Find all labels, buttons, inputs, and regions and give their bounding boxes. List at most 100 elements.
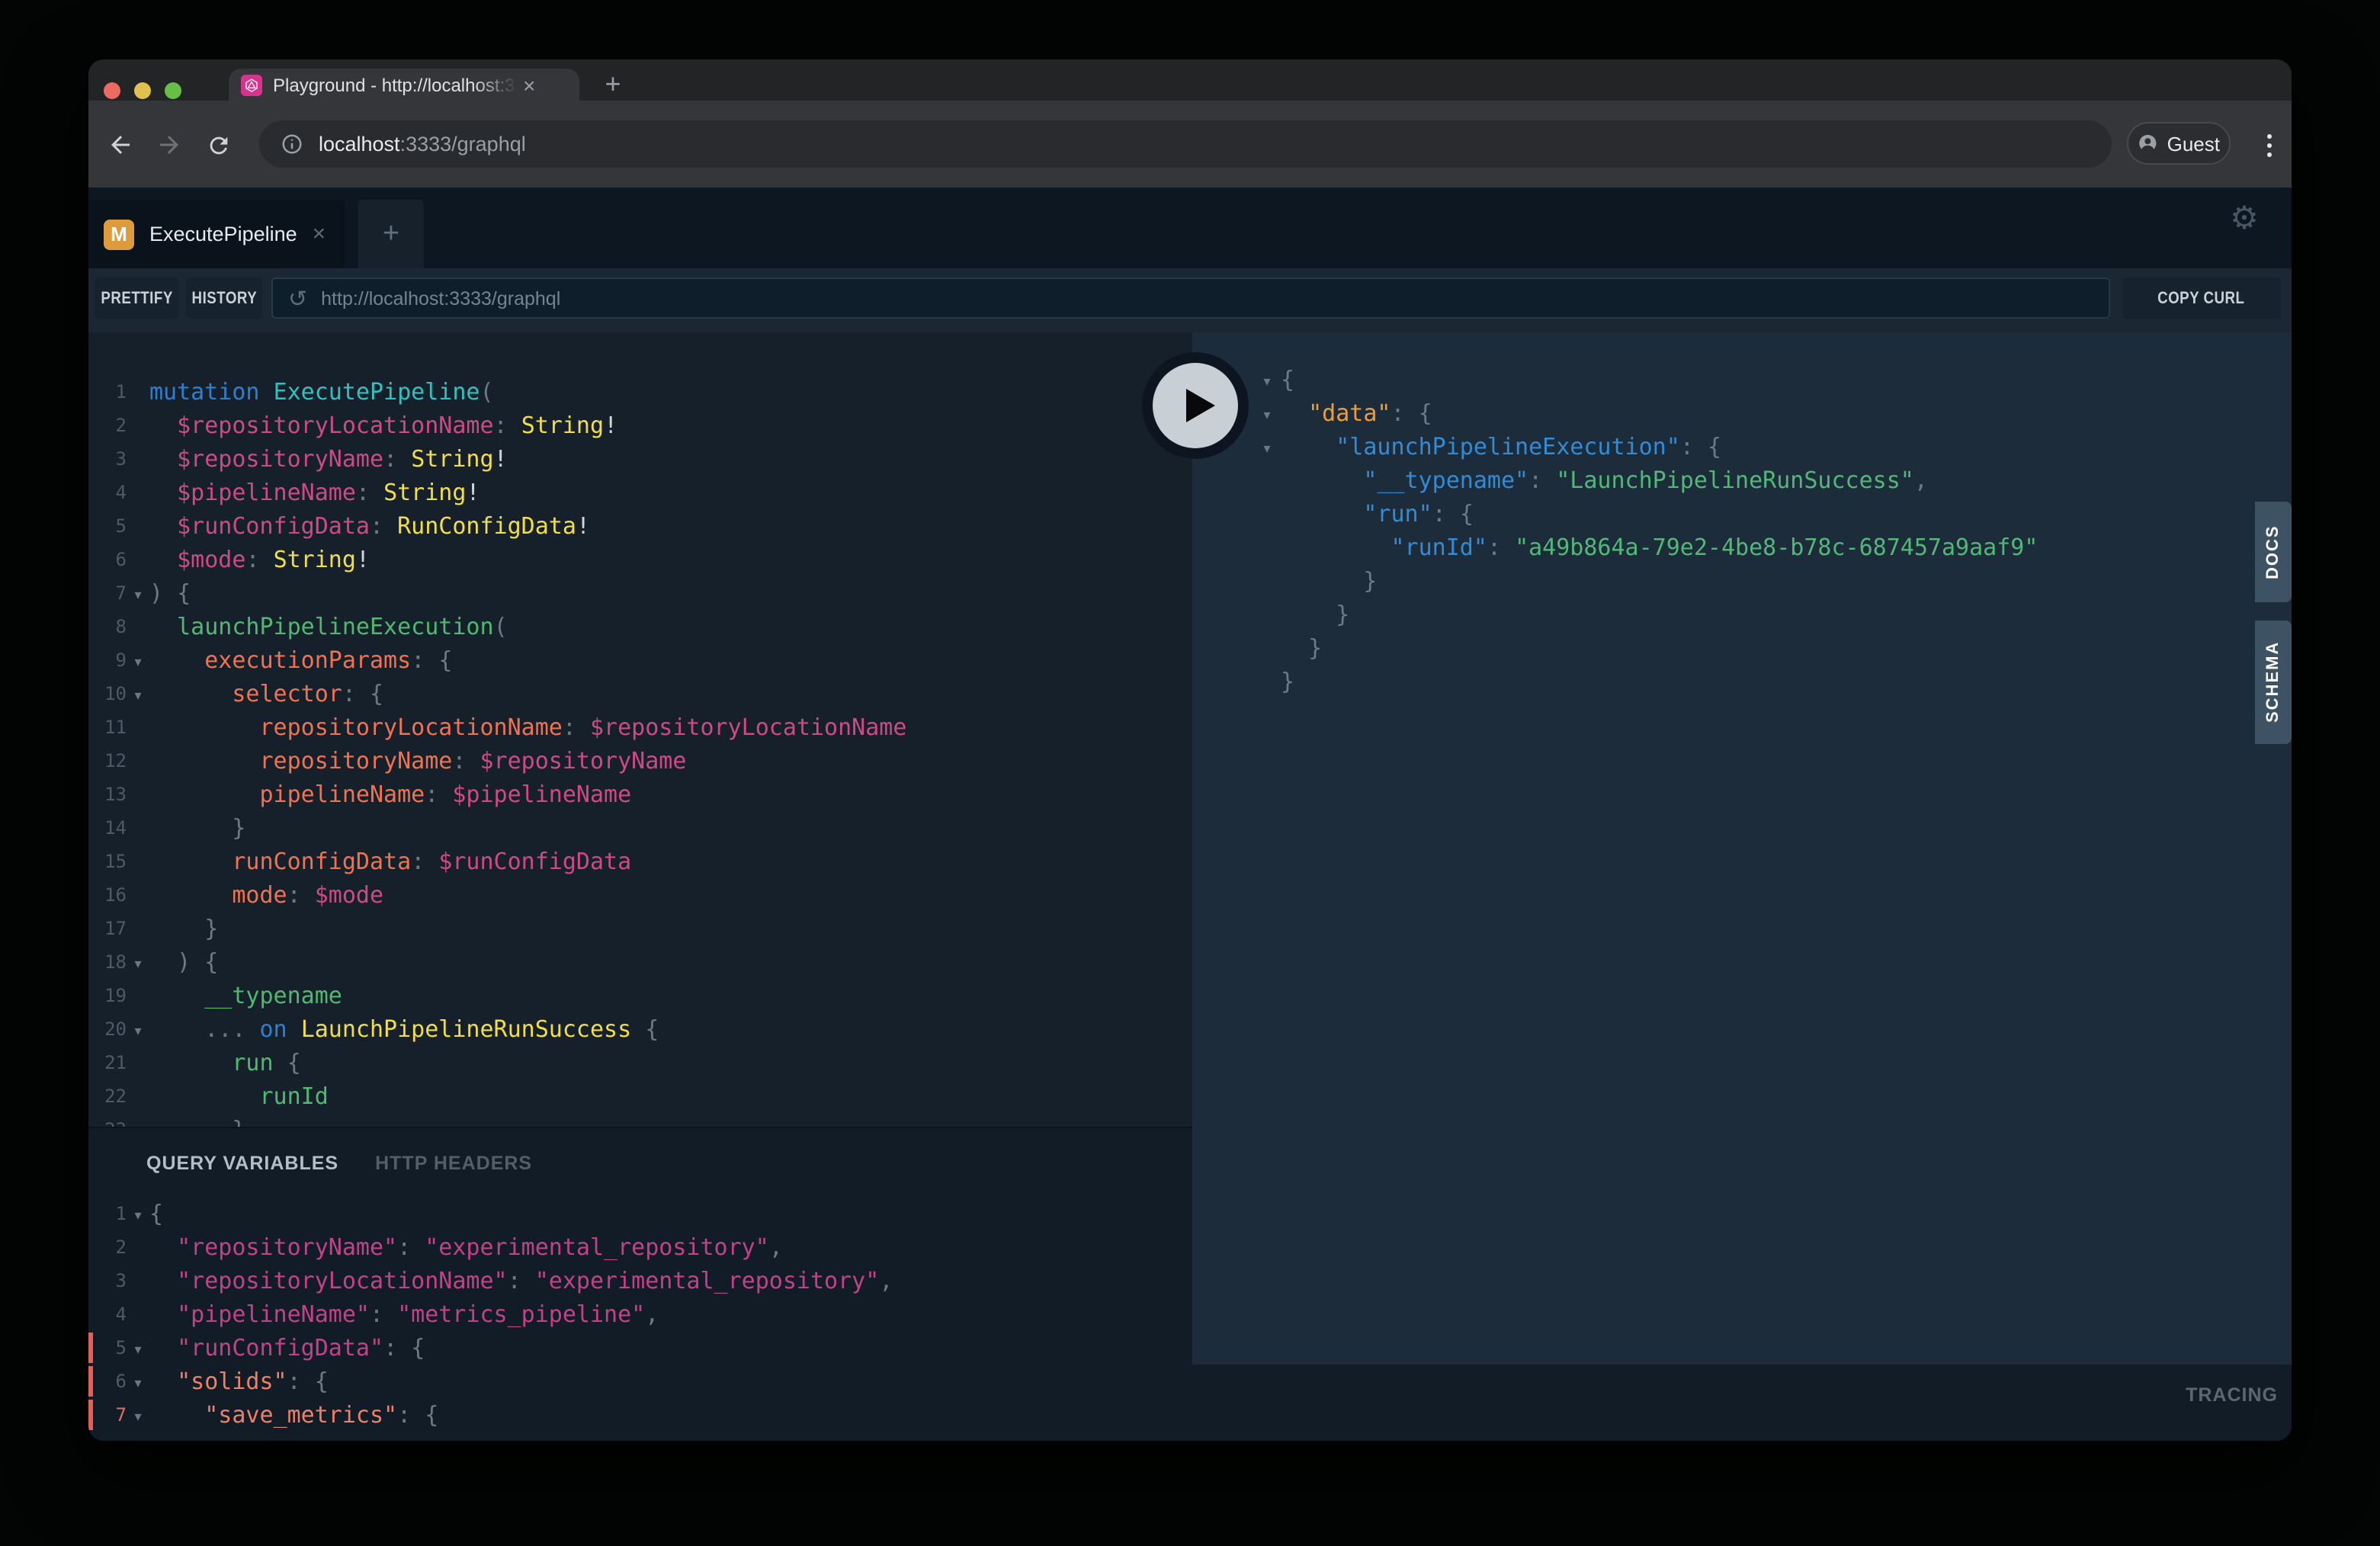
fold-spacer xyxy=(1253,579,1281,582)
code-line: 20▾ ... on LaunchPipelineRunSuccess { xyxy=(101,1012,1204,1046)
code-text: "save_metrics": { xyxy=(149,1398,438,1432)
fold-arrow-icon[interactable]: ▾ xyxy=(127,684,149,704)
reload-icon[interactable] xyxy=(201,128,235,162)
query-editor[interactable]: 1mutation ExecutePipeline(2 $repositoryL… xyxy=(88,332,1204,1169)
browser-tab[interactable]: Playground - http://localhost:33 × xyxy=(229,69,579,101)
code-line: 10▾ selector: { xyxy=(101,677,1204,710)
fold-spacer xyxy=(127,1313,149,1316)
code-line: 6▾ "solids": { xyxy=(101,1365,1192,1398)
code-text: "repositoryName": "experimental_reposito… xyxy=(149,1230,783,1264)
maximize-window-button[interactable] xyxy=(165,82,181,99)
code-line: 2 "repositoryName": "experimental_reposi… xyxy=(101,1230,1192,1264)
fold-arrow-icon[interactable]: ▾ xyxy=(127,1019,149,1039)
fold-arrow-icon[interactable]: ▾ xyxy=(127,650,149,670)
fold-arrow-icon[interactable]: ▾ xyxy=(1253,403,1281,423)
endpoint-input[interactable]: ↺ http://localhost:3333/graphql xyxy=(271,277,2110,319)
fold-spacer xyxy=(127,994,149,997)
code-text: mutation ExecutePipeline( xyxy=(149,375,494,409)
code-text: } xyxy=(1281,665,1294,698)
line-number: 5 xyxy=(101,515,127,537)
browser-tab-strip: Playground - http://localhost:33 × + xyxy=(88,59,2292,101)
graphql-playground: M ExecutePipeline × + ⚙ PRETTIFY HISTORY… xyxy=(88,188,2292,1441)
fold-spacer xyxy=(1253,546,1281,549)
graphql-favicon-icon xyxy=(241,74,262,95)
close-window-button[interactable] xyxy=(104,82,120,99)
fold-arrow-icon[interactable]: ▾ xyxy=(127,1405,149,1425)
fold-arrow-icon[interactable]: ▾ xyxy=(127,1204,149,1224)
code-text: run { xyxy=(149,1046,301,1079)
code-line: ▾ "launchPipelineExecution": { xyxy=(1253,430,2292,463)
mutation-badge: M xyxy=(104,219,134,249)
code-text: "launchPipelineExecution": { xyxy=(1281,430,1721,463)
code-text: __typename xyxy=(149,979,342,1012)
tab-query-variables[interactable]: QUERY VARIABLES xyxy=(146,1153,338,1174)
desktop: Playground - http://localhost:33 × + loc… xyxy=(0,0,2380,1546)
tab-http-headers[interactable]: HTTP HEADERS xyxy=(375,1153,532,1174)
new-playground-tab-button[interactable]: + xyxy=(358,200,424,268)
code-line: "runId": "a49b864a-79e2-4be8-b78c-687457… xyxy=(1253,531,2292,564)
fold-spacer xyxy=(127,424,149,427)
settings-gear-icon[interactable]: ⚙ xyxy=(2228,203,2261,236)
line-number: 20 xyxy=(101,1018,127,1040)
fold-arrow-icon[interactable]: ▾ xyxy=(127,952,149,972)
fold-arrow-icon[interactable]: ▾ xyxy=(1253,370,1281,390)
tab-close-icon[interactable]: × xyxy=(523,74,535,95)
tracing-label[interactable]: TRACING xyxy=(2186,1384,2278,1406)
schema-tab[interactable]: SCHEMA xyxy=(2255,621,2292,744)
code-text: pipelineName: $pipelineName xyxy=(149,778,631,811)
close-icon[interactable]: × xyxy=(313,221,326,247)
code-line: "run": { xyxy=(1253,497,2292,531)
history-undo-icon[interactable]: ↺ xyxy=(288,284,307,312)
code-text: $runConfigData: RunConfigData! xyxy=(149,509,590,543)
code-text: "data": { xyxy=(1281,396,1432,430)
fold-arrow-icon[interactable]: ▾ xyxy=(127,1371,149,1391)
forward-icon[interactable] xyxy=(152,128,186,162)
code-text: mode: $mode xyxy=(149,878,383,912)
line-number: 17 xyxy=(101,918,127,939)
code-line: } xyxy=(1253,564,2292,598)
fold-spacer xyxy=(127,860,149,863)
fold-arrow-icon[interactable]: ▾ xyxy=(127,583,149,603)
fold-spacer xyxy=(1253,680,1281,683)
code-text: "run": { xyxy=(1281,497,1474,531)
fold-spacer xyxy=(127,726,149,729)
code-line: 22 runId xyxy=(101,1079,1204,1113)
code-line: 16 mode: $mode xyxy=(101,878,1204,912)
variables-editor[interactable]: 1▾{2 "repositoryName": "experimental_rep… xyxy=(88,1197,1192,1441)
fold-arrow-icon[interactable]: ▾ xyxy=(127,1338,149,1358)
line-number: 8 xyxy=(101,616,127,637)
execute-button[interactable] xyxy=(1142,352,1249,459)
history-button[interactable]: HISTORY xyxy=(186,277,262,319)
code-text: } xyxy=(1281,598,1349,631)
new-browser-tab-button[interactable]: + xyxy=(595,66,631,102)
tab-execute-pipeline[interactable]: M ExecutePipeline × xyxy=(88,200,345,268)
code-line: } xyxy=(1253,631,2292,665)
code-line: 7▾) { xyxy=(101,576,1204,610)
code-text: } xyxy=(1281,631,1322,665)
fold-spacer xyxy=(127,927,149,930)
code-line: ▾{ xyxy=(1253,363,2292,396)
line-number: 9 xyxy=(101,650,127,671)
profile-button[interactable]: Guest xyxy=(2127,122,2231,165)
minimize-window-button[interactable] xyxy=(134,82,151,99)
code-text: $pipelineName: String! xyxy=(149,476,480,509)
code-text: ... on LaunchPipelineRunSuccess { xyxy=(149,1012,659,1046)
code-text: $mode: String! xyxy=(149,543,370,576)
browser-menu-icon[interactable] xyxy=(2253,128,2284,162)
copy-curl-button[interactable]: COPY CURL xyxy=(2122,277,2281,319)
fold-spacer xyxy=(1253,512,1281,515)
code-text: selector: { xyxy=(149,677,383,710)
code-text: "runId": "a49b864a-79e2-4be8-b78c-687457… xyxy=(1281,531,2038,564)
code-text: } xyxy=(149,912,218,945)
avatar-icon xyxy=(2138,128,2158,159)
fold-spacer xyxy=(127,524,149,528)
fold-arrow-icon[interactable]: ▾ xyxy=(1253,437,1281,457)
code-line: "__typename": "LaunchPipelineRunSuccess"… xyxy=(1253,463,2292,497)
back-icon[interactable] xyxy=(104,128,137,162)
code-line: 4 $pipelineName: String! xyxy=(101,476,1204,509)
address-bar[interactable]: localhost:3333/graphql xyxy=(259,120,2112,168)
code-line: } xyxy=(1253,665,2292,698)
prettify-button[interactable]: PRETTIFY xyxy=(95,277,178,319)
code-line: ▾ "data": { xyxy=(1253,396,2292,430)
docs-tab[interactable]: DOCS xyxy=(2255,502,2292,602)
